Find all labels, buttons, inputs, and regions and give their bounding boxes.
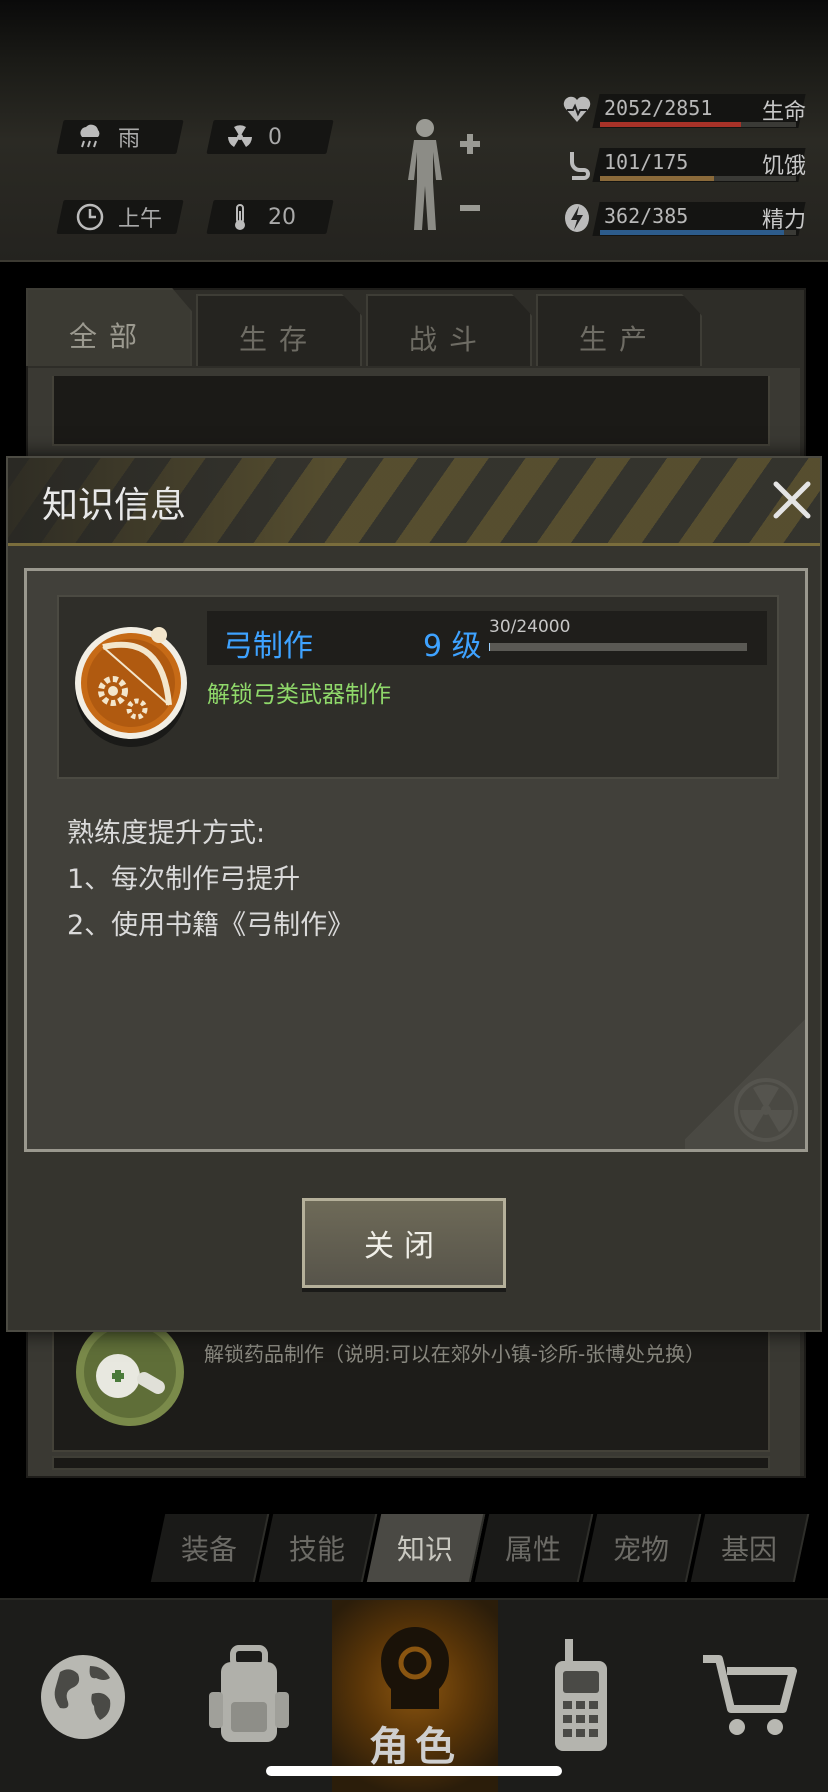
tab-all[interactable]: 全部	[26, 288, 192, 366]
nav-radio[interactable]	[498, 1600, 664, 1792]
body-status-button[interactable]	[400, 116, 490, 246]
character-subtabs: 装备 技能 知识 属性 宠物 基因	[150, 1514, 816, 1582]
status-panel: 雨 0 上午 20 2052/2851 生命 101/175 饥饿 362/38…	[0, 0, 828, 262]
list-item[interactable]	[52, 376, 770, 446]
energy-icon	[565, 204, 589, 232]
weather-stat: 雨	[56, 120, 184, 154]
heart-icon	[563, 96, 591, 122]
skill-name: 弓制作	[223, 629, 313, 664]
subtab-skills[interactable]: 技能	[258, 1514, 378, 1582]
dialog-content: 弓制作 9 级 30/24000 解锁弓类武器制作 熟练度提升方式: 1、每次制…	[24, 568, 808, 1152]
tab-survival[interactable]: 生存	[196, 294, 362, 366]
close-icon[interactable]	[770, 478, 814, 522]
radiation-watermark-icon	[685, 1009, 805, 1149]
subtab-equipment[interactable]: 装备	[150, 1514, 270, 1582]
hunger-bar: 101/175 饥饿	[556, 144, 810, 184]
subtab-pets[interactable]: 宠物	[582, 1514, 702, 1582]
nav-character-label: 角色	[369, 1724, 461, 1770]
energy-bar: 362/385 精力	[556, 198, 810, 238]
skill-level: 9 级	[423, 629, 482, 664]
temperature-stat: 20	[206, 200, 334, 234]
health-value: 2052/2851	[604, 96, 713, 120]
close-button[interactable]: 关闭	[302, 1198, 506, 1288]
nav-world[interactable]	[0, 1600, 166, 1792]
radio-icon	[555, 1639, 607, 1751]
time-stat: 上午	[56, 200, 184, 234]
dialog-header: 知识信息	[8, 458, 820, 546]
skill-xp: 30/24000	[489, 617, 571, 637]
health-label: 生命	[762, 100, 807, 125]
energy-label: 精力	[762, 208, 807, 233]
skill-description: 解锁弓类武器制作	[207, 682, 391, 708]
hunger-label: 饥饿	[762, 154, 807, 179]
tab-production[interactable]: 生产	[536, 294, 702, 366]
medicine-crafting-icon	[76, 1318, 184, 1426]
nav-backpack[interactable]	[166, 1600, 332, 1792]
list-scroll-edge	[52, 1456, 770, 1470]
dialog-title: 知识信息	[42, 485, 187, 526]
home-indicator[interactable]	[266, 1766, 562, 1776]
tab-combat[interactable]: 战斗	[366, 294, 532, 366]
time-label: 上午	[118, 207, 163, 232]
stomach-icon	[570, 152, 590, 180]
skill-card: 弓制作 9 级 30/24000 解锁弓类武器制作	[57, 595, 779, 779]
bottom-nav: 角色	[0, 1598, 828, 1792]
bow-crafting-icon	[75, 627, 187, 747]
backpack-icon	[209, 1645, 289, 1742]
shop-cart-icon	[703, 1655, 797, 1735]
world-icon	[41, 1655, 125, 1739]
body-figure-icon	[408, 119, 480, 230]
clock-icon	[76, 203, 104, 231]
proficiency-method: 2、使用书籍《弓制作》	[67, 910, 355, 941]
proficiency-methods-title: 熟练度提升方式:	[67, 818, 266, 849]
hunger-value: 101/175	[604, 150, 689, 174]
skill-header: 弓制作 9 级 30/24000	[207, 611, 767, 665]
proficiency-method: 1、每次制作弓提升	[67, 864, 301, 895]
subtab-attributes[interactable]: 属性	[474, 1514, 594, 1582]
energy-value: 362/385	[604, 204, 689, 228]
health-bar: 2052/2851 生命	[556, 90, 810, 130]
list-item-description: 解锁药品制作（说明:可以在郊外小镇-诊所-张博处兑换）	[204, 1342, 706, 1366]
nav-character[interactable]: 角色	[332, 1600, 498, 1792]
radiation-stat: 0	[206, 120, 334, 154]
radiation-icon	[226, 123, 254, 151]
thermometer-icon	[226, 203, 254, 231]
subtab-genes[interactable]: 基因	[690, 1514, 810, 1582]
knowledge-info-dialog: 知识信息 弓制作 9 级 30/24000 解锁弓类武器制作 熟练度提升方式: …	[6, 456, 822, 1332]
subtab-knowledge[interactable]: 知识	[366, 1514, 486, 1582]
weather-label: 雨	[118, 127, 141, 152]
nav-shop[interactable]	[664, 1600, 828, 1792]
skill-xp-bar	[489, 643, 747, 651]
radiation-value: 0	[268, 124, 282, 150]
temperature-value: 20	[268, 204, 296, 230]
rain-icon	[76, 123, 104, 151]
